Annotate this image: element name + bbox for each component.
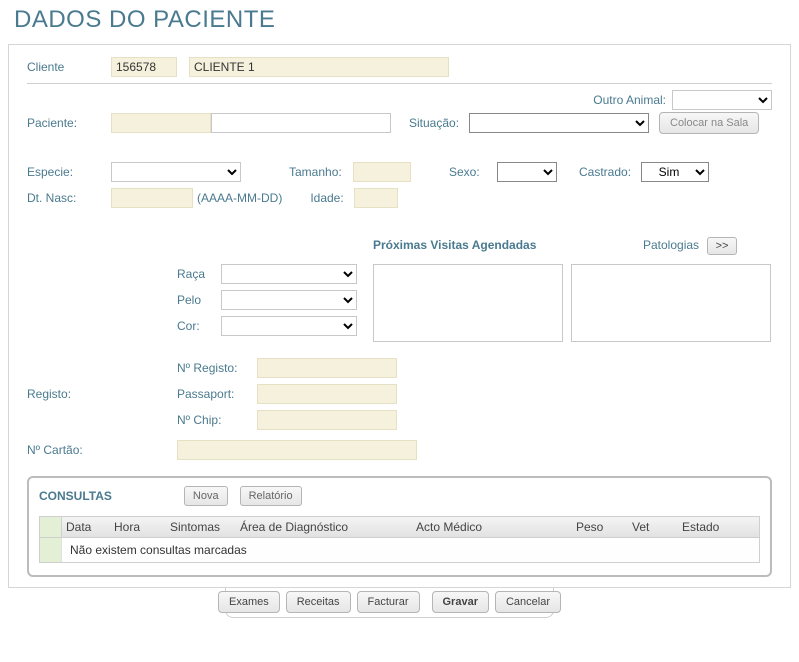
paciente-nome-input[interactable] xyxy=(211,113,391,133)
label-nchip: Nº Chip: xyxy=(177,413,257,427)
label-ncartao: Nº Cartão: xyxy=(27,443,177,457)
facturar-button[interactable]: Facturar xyxy=(357,591,420,613)
col-area-diag: Área de Diagnóstico xyxy=(236,520,412,534)
castrado-select[interactable]: Sim xyxy=(641,162,709,182)
consultas-grid-header: Data Hora Sintomas Área de Diagnóstico A… xyxy=(39,516,760,538)
label-passaport: Passaport: xyxy=(177,387,257,401)
pelo-select[interactable] xyxy=(221,290,357,310)
colocar-sala-button[interactable]: Colocar na Sala xyxy=(659,112,759,134)
cliente-id: 156578 xyxy=(111,57,177,77)
label-paciente: Paciente: xyxy=(27,116,111,130)
label-sexo: Sexo: xyxy=(449,165,497,179)
receitas-button[interactable]: Receitas xyxy=(286,591,351,613)
consultas-empty-msg: Não existem consultas marcadas xyxy=(62,543,247,557)
col-data: Data xyxy=(62,520,110,534)
cancelar-button[interactable]: Cancelar xyxy=(495,591,561,613)
nchip-field[interactable] xyxy=(257,410,397,430)
label-tamanho: Tamanho: xyxy=(289,165,353,179)
label-raca: Raça xyxy=(177,267,221,281)
patologias-expand-button[interactable]: >> xyxy=(707,237,737,255)
raca-select[interactable] xyxy=(221,264,357,284)
consultas-grid-body: Não existem consultas marcadas xyxy=(39,538,760,563)
relatorio-button[interactable]: Relatório xyxy=(240,486,302,506)
page-title: DADOS DO PACIENTE xyxy=(0,0,799,38)
heading-proximas-visitas: Próximas Visitas Agendadas xyxy=(373,238,536,252)
dtnasc-field[interactable] xyxy=(111,188,193,208)
consultas-title: CONSULTAS xyxy=(39,489,112,503)
paciente-code[interactable] xyxy=(111,113,211,133)
divider xyxy=(27,83,772,84)
tamanho-field[interactable] xyxy=(353,162,411,182)
idade-field xyxy=(354,188,398,208)
col-estado: Estado xyxy=(678,520,719,534)
cliente-nome: CLIENTE 1 xyxy=(189,57,449,77)
col-acto-medico: Acto Médico xyxy=(412,520,572,534)
outro-animal-select[interactable] xyxy=(672,90,772,110)
label-dtnasc: Dt. Nasc: xyxy=(27,191,111,205)
patologias-list[interactable] xyxy=(571,264,771,342)
label-castrado: Castrado: xyxy=(579,165,641,179)
label-situacao: Situação: xyxy=(409,116,469,130)
consultas-panel: CONSULTAS Nova Relatório Data Hora Sinto… xyxy=(27,476,772,577)
proximas-visitas-list[interactable] xyxy=(373,264,563,342)
nova-button[interactable]: Nova xyxy=(184,486,228,506)
label-registo: Registo: xyxy=(27,387,177,401)
cor-select[interactable] xyxy=(221,316,357,336)
exames-button[interactable]: Exames xyxy=(218,591,280,613)
label-pelo: Pelo xyxy=(177,293,221,307)
label-idade: Idade: xyxy=(310,191,354,205)
heading-patologias: Patologias xyxy=(643,238,699,252)
dtnasc-format: (AAAA-MM-DD) xyxy=(197,191,282,205)
label-especie: Especie: xyxy=(27,165,111,179)
label-cor: Cor: xyxy=(177,319,221,333)
situacao-select[interactable] xyxy=(469,113,649,133)
patient-form: Cliente 156578 CLIENTE 1 Outro Animal: P… xyxy=(8,44,791,588)
col-vet: Vet xyxy=(628,520,678,534)
label-nregisto: Nº Registo: xyxy=(177,361,257,375)
especie-select[interactable] xyxy=(111,162,241,182)
nregisto-field[interactable] xyxy=(257,358,397,378)
label-cliente: Cliente xyxy=(27,60,111,74)
passaport-field[interactable] xyxy=(257,384,397,404)
ncartao-field[interactable] xyxy=(177,440,417,460)
col-hora: Hora xyxy=(110,520,166,534)
col-sintomas: Sintomas xyxy=(166,520,236,534)
gravar-button[interactable]: Gravar xyxy=(432,591,489,613)
label-outro-animal: Outro Animal: xyxy=(593,93,666,107)
col-peso: Peso xyxy=(572,520,628,534)
sexo-select[interactable] xyxy=(497,162,557,182)
footer-actions: Exames Receitas Facturar Gravar Cancelar xyxy=(225,588,554,618)
